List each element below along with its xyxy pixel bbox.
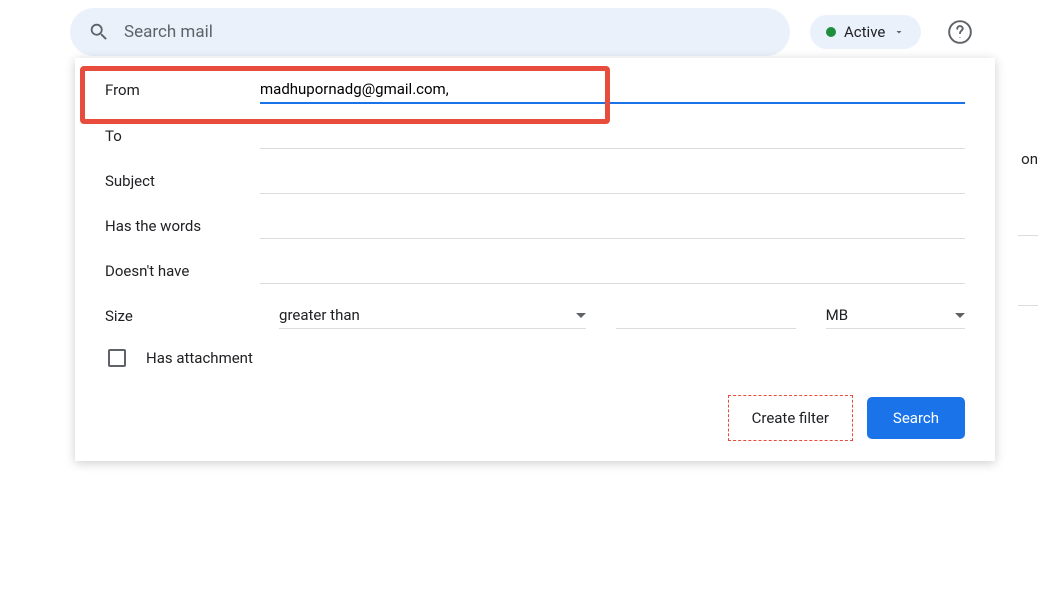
to-input[interactable] xyxy=(260,122,965,149)
search-placeholder: Search mail xyxy=(124,22,772,42)
doesnt-have-label: Doesn't have xyxy=(105,262,260,280)
subject-label: Subject xyxy=(105,172,260,190)
size-value-input[interactable] xyxy=(616,302,796,329)
background-divider xyxy=(1018,305,1038,306)
help-icon xyxy=(947,19,973,45)
size-label: Size xyxy=(105,307,249,325)
to-label: To xyxy=(105,127,260,145)
status-dot-icon xyxy=(826,27,836,37)
create-filter-button[interactable]: Create filter xyxy=(730,397,851,439)
background-text: on xyxy=(1021,150,1038,168)
search-options-panel: From To Subject Has the words Doesn't ha… xyxy=(75,58,995,461)
from-input[interactable] xyxy=(260,76,965,104)
size-unit-select[interactable]: MB xyxy=(826,302,965,329)
has-attachment-checkbox[interactable] xyxy=(108,349,126,367)
create-filter-label: Create filter xyxy=(752,409,829,427)
has-words-label: Has the words xyxy=(105,217,260,235)
background-divider xyxy=(1018,235,1038,236)
chevron-down-icon xyxy=(576,313,586,318)
doesnt-have-input[interactable] xyxy=(260,257,965,284)
size-unit-value: MB xyxy=(826,306,848,324)
from-label: From xyxy=(105,81,260,99)
size-comparison-value: greater than xyxy=(279,306,360,324)
status-label: Active xyxy=(844,23,885,41)
status-chip[interactable]: Active xyxy=(810,15,921,49)
subject-input[interactable] xyxy=(260,167,965,194)
chevron-down-icon xyxy=(893,26,905,38)
has-words-input[interactable] xyxy=(260,212,965,239)
size-comparison-select[interactable]: greater than xyxy=(279,302,586,329)
search-button-label: Search xyxy=(893,409,939,427)
has-attachment-label: Has attachment xyxy=(146,349,253,367)
search-button[interactable]: Search xyxy=(867,397,965,439)
search-icon xyxy=(88,21,110,43)
search-bar[interactable]: Search mail xyxy=(70,8,790,56)
help-button[interactable] xyxy=(947,19,973,45)
chevron-down-icon xyxy=(955,313,965,318)
